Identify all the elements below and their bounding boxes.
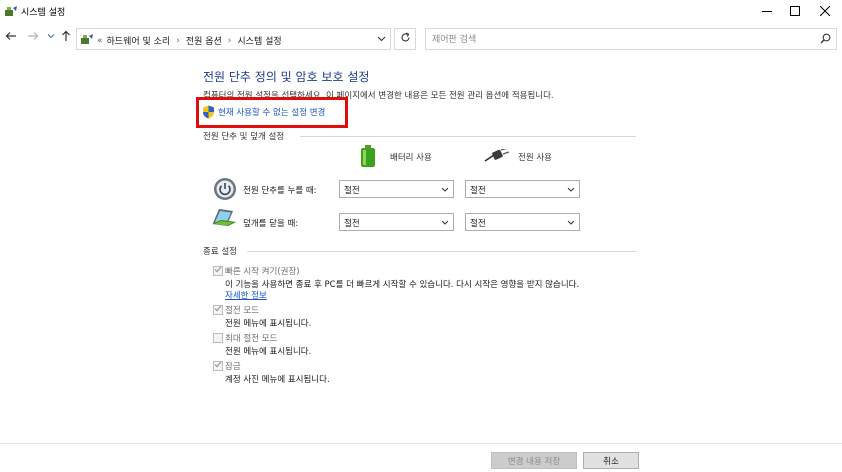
recent-locations-button[interactable] [44,30,58,44]
breadcrumb-item-hardware-sound[interactable]: 하드웨어 및 소리 [107,34,171,47]
lock-label: 잠금 [225,362,241,372]
power-button-icon [213,177,237,204]
breadcrumb-separator-icon[interactable]: › [176,36,180,46]
select-value: 절전 [470,186,486,196]
chevron-down-icon [441,186,449,196]
power-plug-icon [484,146,510,166]
maximize-button[interactable] [780,0,810,22]
select-value: 절전 [470,219,486,229]
power-options-icon [4,4,18,18]
breadcrumb-overflow[interactable]: « [97,36,103,46]
select-value: 절전 [344,219,360,229]
refresh-button[interactable] [394,28,416,50]
chevron-down-icon [567,219,575,229]
sleep-label: 절전 모드 [225,306,259,316]
power-button-plugged-in-select[interactable]: 절전 [465,180,580,198]
search-input[interactable] [432,32,802,47]
lock-checkbox[interactable] [213,361,223,371]
lid-close-plugged-in-select[interactable]: 절전 [465,213,580,231]
forward-button[interactable] [26,30,40,44]
checkmark-icon [214,305,222,315]
section-divider [300,136,636,137]
refresh-icon [400,32,411,46]
power-options-icon [80,33,94,49]
back-button[interactable] [4,30,18,44]
minimize-button[interactable] [752,0,782,22]
checkmark-icon [214,361,222,371]
fast-startup-checkbox[interactable] [213,266,223,276]
battery-column-label: 배터리 사용 [390,153,432,163]
select-value: 절전 [344,186,360,196]
minimize-icon [762,6,772,16]
chevron-down-icon [567,186,575,196]
power-button-battery-select[interactable]: 절전 [339,180,454,198]
breadcrumb: « 하드웨어 및 소리 › 전원 옵션 › 시스템 설정 [97,34,282,48]
forward-arrow-icon [27,31,39,44]
address-bar[interactable]: « 하드웨어 및 소리 › 전원 옵션 › 시스템 설정 [76,28,391,50]
cancel-button[interactable]: 취소 [583,452,639,469]
uac-shield-icon [202,105,215,122]
more-info-link[interactable]: 자세한 정보 [225,289,267,301]
search-icon[interactable] [820,33,831,47]
hibernate-label: 최대 절전 모드 [225,334,278,344]
battery-icon [360,144,376,170]
close-button[interactable] [810,0,840,22]
close-icon [820,6,830,16]
section-divider [247,251,636,252]
chevron-down-icon [441,219,449,229]
search-box[interactable] [425,28,837,50]
footer-divider [0,443,842,444]
chevron-down-icon [377,35,386,45]
maximize-icon [790,6,800,16]
plugged-in-column-label: 전원 사용 [518,153,552,163]
uac-link-label: 현재 사용할 수 없는 설정 변경 [218,108,326,118]
hibernate-description: 전원 메뉴에 표시됩니다. [225,347,312,357]
breadcrumb-separator-icon[interactable]: › [228,36,232,46]
page-title: 전원 단추 정의 및 암호 보호 설정 [203,70,370,84]
power-button-action-label: 전원 단추를 누를 때: [243,186,317,196]
title-bar: 시스템 설정 [0,0,842,22]
shutdown-section-title: 종료 설정 [203,247,237,257]
lid-close-battery-select[interactable]: 절전 [339,213,454,231]
up-arrow-icon [61,30,71,45]
sleep-checkbox[interactable] [213,305,223,315]
chevron-down-icon [47,32,55,42]
save-changes-button[interactable]: 변경 내용 저장 [491,452,577,469]
lid-close-action-label: 덮개를 닫을 때: [243,219,299,229]
address-dropdown-button[interactable] [374,33,388,47]
back-arrow-icon [5,31,17,44]
up-button[interactable] [59,30,73,44]
power-buttons-section-title: 전원 단추 및 덮개 설정 [203,132,285,142]
laptop-lid-icon [211,207,237,232]
fast-startup-label: 빠른 시작 켜기(권장) [225,267,300,277]
plugged-in-column-header: 전원 사용 [484,146,552,168]
fast-startup-description: 이 기능을 사용하면 종료 후 PC를 더 빠르게 시작할 수 있습니다. 다시… [225,280,580,290]
breadcrumb-item-system-settings[interactable]: 시스템 설정 [237,34,281,47]
sleep-description: 전원 메뉴에 표시됩니다. [225,319,312,329]
battery-column-header: 배터리 사용 [360,144,432,170]
breadcrumb-item-power-options[interactable]: 전원 옵션 [186,34,222,47]
hibernate-checkbox[interactable] [213,333,223,343]
lock-description: 계정 사진 메뉴에 표시됩니다. [225,375,330,385]
checkmark-icon [214,266,222,276]
window-title: 시스템 설정 [21,8,66,18]
change-unavailable-settings-link[interactable]: 현재 사용할 수 없는 설정 변경 [196,97,348,128]
